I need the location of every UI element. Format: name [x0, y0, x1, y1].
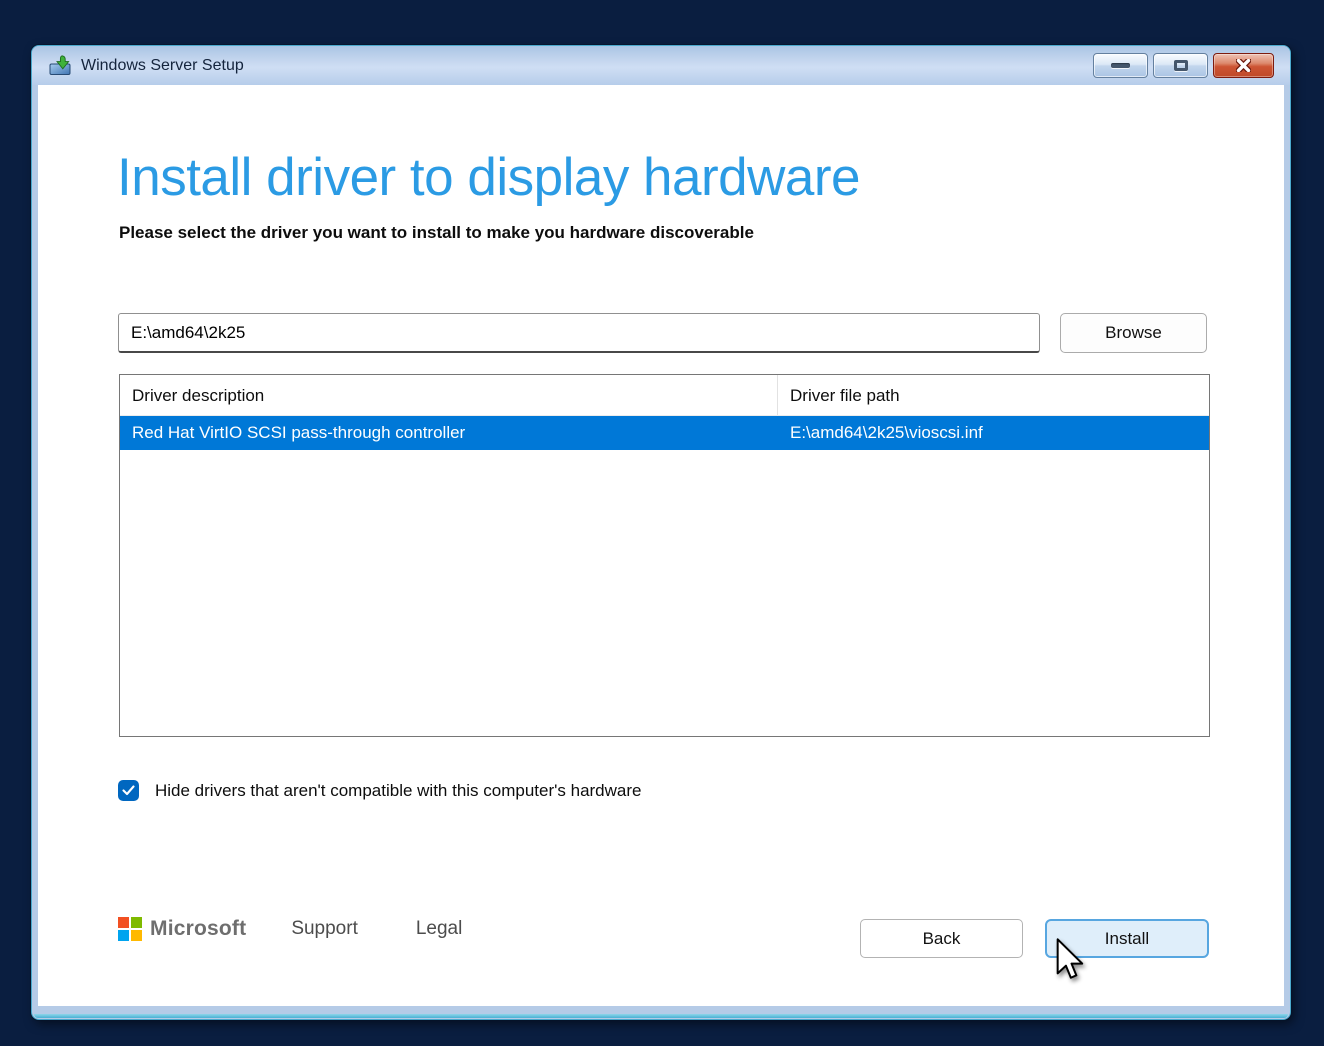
support-link[interactable]: Support [291, 918, 358, 940]
driver-description-cell: Red Hat VirtIO SCSI pass-through control… [120, 423, 778, 443]
setup-window: Windows Server Setup Install driver to d… [31, 45, 1291, 1020]
hide-incompatible-checkbox[interactable] [118, 780, 139, 801]
driver-file-path-cell: E:\amd64\2k25\vioscsi.inf [778, 423, 1209, 443]
window-title: Windows Server Setup [81, 57, 244, 75]
driver-row-selected[interactable]: Red Hat VirtIO SCSI pass-through control… [120, 416, 1209, 450]
close-button[interactable] [1213, 53, 1274, 78]
microsoft-wordmark: Microsoft [150, 917, 246, 941]
maximize-button[interactable] [1153, 53, 1208, 78]
page-title: Install driver to display hardware [117, 147, 860, 208]
logo-square-yellow [131, 930, 142, 941]
desktop-background: Windows Server Setup Install driver to d… [0, 0, 1324, 1046]
page-subtitle: Please select the driver you want to ins… [119, 223, 754, 243]
microsoft-logo-icon [118, 917, 142, 941]
minimize-button[interactable] [1093, 53, 1148, 78]
column-header-driver-description[interactable]: Driver description [120, 375, 778, 415]
legal-link[interactable]: Legal [416, 918, 463, 940]
window-controls [1093, 53, 1274, 78]
install-button[interactable]: Install [1045, 919, 1209, 958]
browse-button[interactable]: Browse [1060, 313, 1207, 353]
driver-path-input[interactable] [118, 313, 1040, 353]
minimize-icon [1111, 63, 1130, 68]
column-header-driver-file-path[interactable]: Driver file path [778, 375, 1209, 415]
close-icon [1236, 59, 1251, 72]
back-button[interactable]: Back [860, 919, 1023, 958]
footer: Microsoft Support Legal [118, 913, 462, 945]
driver-list-header: Driver description Driver file path [120, 375, 1209, 416]
setup-app-icon [49, 55, 72, 76]
hide-incompatible-label[interactable]: Hide drivers that aren't compatible with… [155, 781, 641, 801]
setup-content: Install driver to display hardware Pleas… [38, 85, 1284, 1006]
logo-square-green [131, 917, 142, 928]
maximize-icon [1174, 60, 1188, 71]
driver-list: Driver description Driver file path Red … [119, 374, 1210, 737]
logo-square-red [118, 917, 129, 928]
titlebar[interactable]: Windows Server Setup [32, 46, 1290, 85]
hide-incompatible-row: Hide drivers that aren't compatible with… [118, 780, 641, 801]
logo-square-blue [118, 930, 129, 941]
checkmark-icon [122, 785, 135, 796]
